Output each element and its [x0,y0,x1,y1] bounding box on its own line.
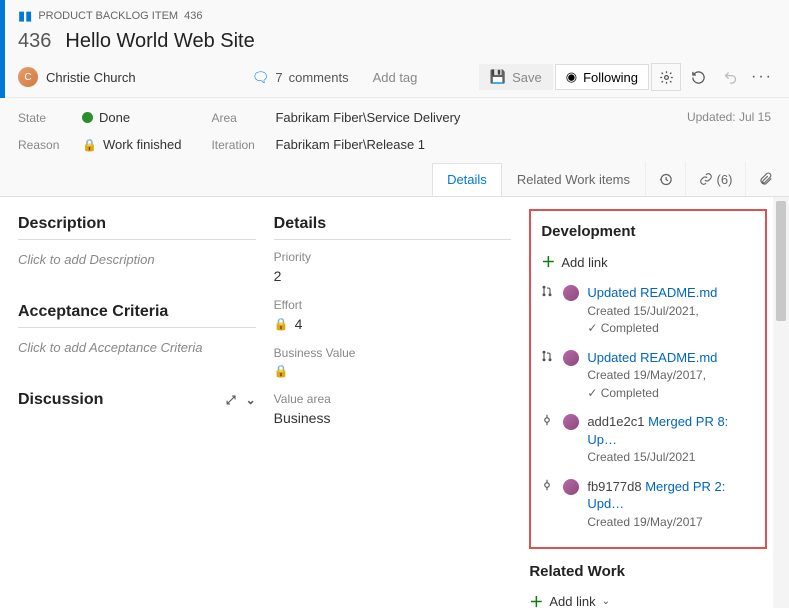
state-done-icon [82,112,93,123]
scrollbar[interactable] [773,197,789,608]
attachments-icon[interactable] [745,162,785,196]
expand-icon[interactable]: ⤢ [226,393,236,408]
reason-label: Reason [18,138,68,152]
state-value[interactable]: Done [82,110,130,125]
scrollbar-thumb[interactable] [776,201,786,321]
follow-button[interactable]: ◉ Following [555,64,649,90]
effort-value[interactable]: 🔒4 [274,316,512,332]
dev-item[interactable]: fb9177d8 Merged PR 2: Upd…Created 19/May… [541,472,755,537]
priority-label: Priority [274,250,512,264]
pull-request-icon [541,350,555,362]
dev-item[interactable]: Updated README.mdCreated 19/May/2017,✓ C… [541,343,755,408]
eye-icon: ◉ [566,69,577,85]
pull-request-icon [541,285,555,297]
effort-label: Effort [274,298,512,312]
avatar [563,350,579,366]
chevron-down-icon: ⌄ [602,596,610,607]
add-tag-button[interactable]: Add tag [367,68,424,87]
pr-link: Updated README.md [587,285,717,300]
add-dev-link-button[interactable]: ＋ Add link [541,246,755,278]
discussion-heading: Discussion [18,391,103,409]
more-icon[interactable]: ··· [747,63,777,91]
comment-icon: 🗨 [252,69,270,86]
development-heading: Development [541,223,755,240]
tab-related[interactable]: Related Work items [502,163,645,196]
area-label: Area [211,111,261,125]
commit-icon [541,414,555,426]
page-title[interactable]: Hello World Web Site [65,30,254,53]
reason-value[interactable]: 🔒Work finished [82,137,181,152]
state-label: State [18,111,68,125]
assigned-to[interactable]: Christie Church [46,70,136,85]
description-input[interactable]: Click to add Description [18,240,256,279]
details-heading: Details [274,209,512,240]
title-id: 436 [18,30,51,53]
links-tab[interactable]: (6) [685,162,745,196]
pr-link: Updated README.md [587,350,717,365]
iteration-label: Iteration [211,138,261,152]
lock-icon: 🔒 [274,364,289,378]
dev-item[interactable]: Updated README.mdCreated 15/Jul/2021,✓ C… [541,278,755,343]
value-area[interactable]: Business [274,410,512,426]
updated-time: Updated: Jul 15 [687,110,771,124]
lock-icon: 🔒 [82,138,97,152]
avatar [563,285,579,301]
lock-icon: 🔒 [274,317,289,331]
business-value[interactable]: 🔒 [274,364,512,378]
acceptance-input[interactable]: Click to add Acceptance Criteria [18,328,256,367]
history-icon[interactable] [645,162,685,196]
acceptance-heading: Acceptance Criteria [18,297,256,328]
iteration-value[interactable]: Fabrikam Fiber\Release 1 [275,137,425,152]
avatar: C [18,67,38,87]
plus-icon: ＋ [541,252,555,272]
crumb-type: PRODUCT BACKLOG ITEM [38,10,178,22]
avatar [563,414,579,430]
tab-details[interactable]: Details [432,163,502,196]
comments-link[interactable]: 🗨 7 comments [252,69,349,86]
commit-icon [541,479,555,491]
crumb-id: 436 [184,10,202,22]
value-area-label: Value area [274,392,512,406]
add-related-link-button[interactable]: ＋ Add link ⌄ [529,586,767,608]
description-heading: Description [18,209,256,240]
work-item-type-icon: ▮▮ [18,8,32,24]
chevron-down-icon[interactable]: ⌄ [246,393,256,408]
undo-icon[interactable] [715,63,745,91]
business-value-label: Business Value [274,346,512,360]
gear-icon[interactable] [651,63,681,91]
dev-item[interactable]: add1e2c1 Merged PR 8: Up…Created 15/Jul/… [541,407,755,472]
priority-value[interactable]: 2 [274,268,512,284]
save-icon: 💾 [490,69,506,85]
accent-bar [0,0,5,100]
avatar [563,479,579,495]
refresh-icon[interactable] [683,63,713,91]
related-work-heading: Related Work [529,563,767,580]
save-button: 💾 Save [479,64,553,90]
area-value[interactable]: Fabrikam Fiber\Service Delivery [275,110,460,125]
plus-icon: ＋ [529,592,543,608]
